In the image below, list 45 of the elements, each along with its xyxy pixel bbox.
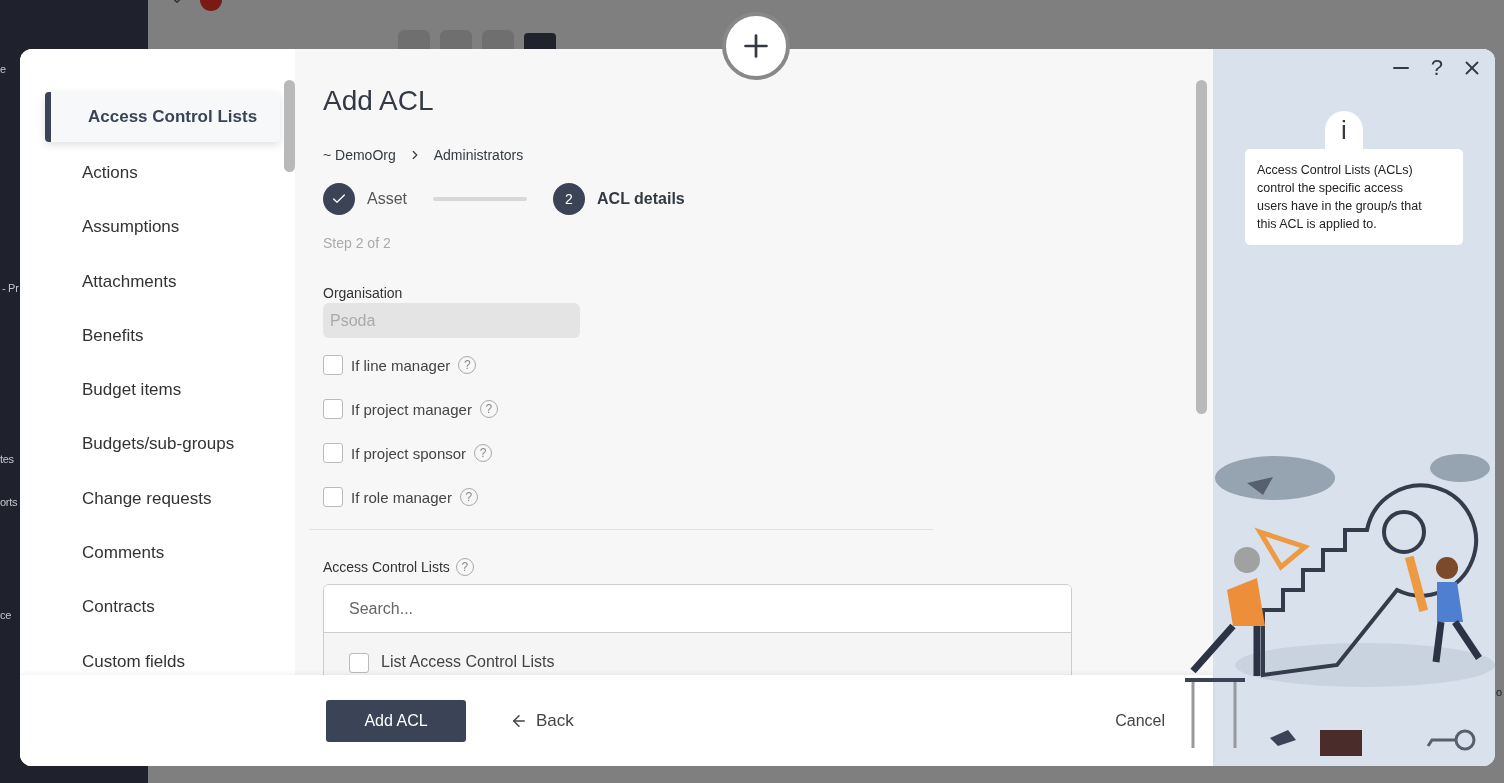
- step-caption: Step 2 of 2: [323, 235, 392, 251]
- sidebar-item: ce: [0, 608, 12, 622]
- nav-item[interactable]: Comments: [45, 539, 280, 568]
- sidebar-item: - Pr: [1, 281, 19, 295]
- checkbox[interactable]: [323, 355, 343, 375]
- help-button[interactable]: ?: [1430, 55, 1443, 81]
- checkbox[interactable]: [323, 487, 343, 507]
- nav-item[interactable]: Budget items: [45, 376, 280, 405]
- nav-item[interactable]: Change requests: [45, 484, 280, 513]
- checkbox-label: If role manager: [351, 488, 452, 506]
- help-text: Access Control Lists (ACLs) control the specific access users have in the group/s that this ACL is applied to.: [1245, 149, 1463, 245]
- nav-item[interactable]: Budgets/sub-groups: [45, 430, 280, 459]
- nav-item[interactable]: Custom fields: [45, 647, 280, 676]
- field-label: Access Control Lists: [323, 559, 450, 575]
- list-item-label: List Access Control Lists: [381, 653, 555, 671]
- breadcrumb-link[interactable]: Administrators: [433, 147, 524, 163]
- nav-item[interactable]: Benefits: [45, 321, 280, 350]
- step-number: 2: [553, 183, 585, 215]
- checkbox-label: If line manager: [351, 356, 451, 374]
- breadcrumb-link[interactable]: ~ DemoOrg: [323, 147, 396, 163]
- add-acl-button[interactable]: Add ACL: [326, 699, 466, 742]
- checkbox-label: If project manager: [351, 400, 472, 418]
- background-text: o: [1496, 686, 1503, 698]
- scrollbar-thumb[interactable]: [284, 80, 295, 172]
- sidebar-item: orts: [0, 495, 18, 509]
- sidebar-item: e: [0, 62, 6, 76]
- nav-item[interactable]: Attachments: [45, 267, 280, 296]
- nav-item[interactable]: Access Control Lists: [45, 92, 280, 142]
- sidebar-item: tes: [0, 452, 14, 466]
- step-label: Asset: [367, 190, 407, 208]
- checkbox-label: If project sponsor: [351, 444, 467, 462]
- nav-item[interactable]: Actions: [45, 159, 280, 187]
- field-label: Organisation: [323, 285, 404, 301]
- cancel-button[interactable]: Cancel: [1115, 711, 1165, 730]
- scrollbar-thumb[interactable]: [1196, 80, 1207, 414]
- nav-item[interactable]: Contracts: [45, 593, 280, 622]
- info-badge: i: [1325, 111, 1363, 149]
- search-field[interactable]: Search...: [324, 585, 1071, 633]
- back-button[interactable]: Back: [510, 710, 574, 731]
- checkbox[interactable]: [323, 399, 343, 419]
- dialog-title: Add ACL: [323, 85, 435, 117]
- checkbox[interactable]: [349, 653, 369, 673]
- nav-item[interactable]: Assumptions: [45, 213, 280, 242]
- checkbox[interactable]: [323, 443, 343, 463]
- step-label: ACL details: [597, 190, 685, 208]
